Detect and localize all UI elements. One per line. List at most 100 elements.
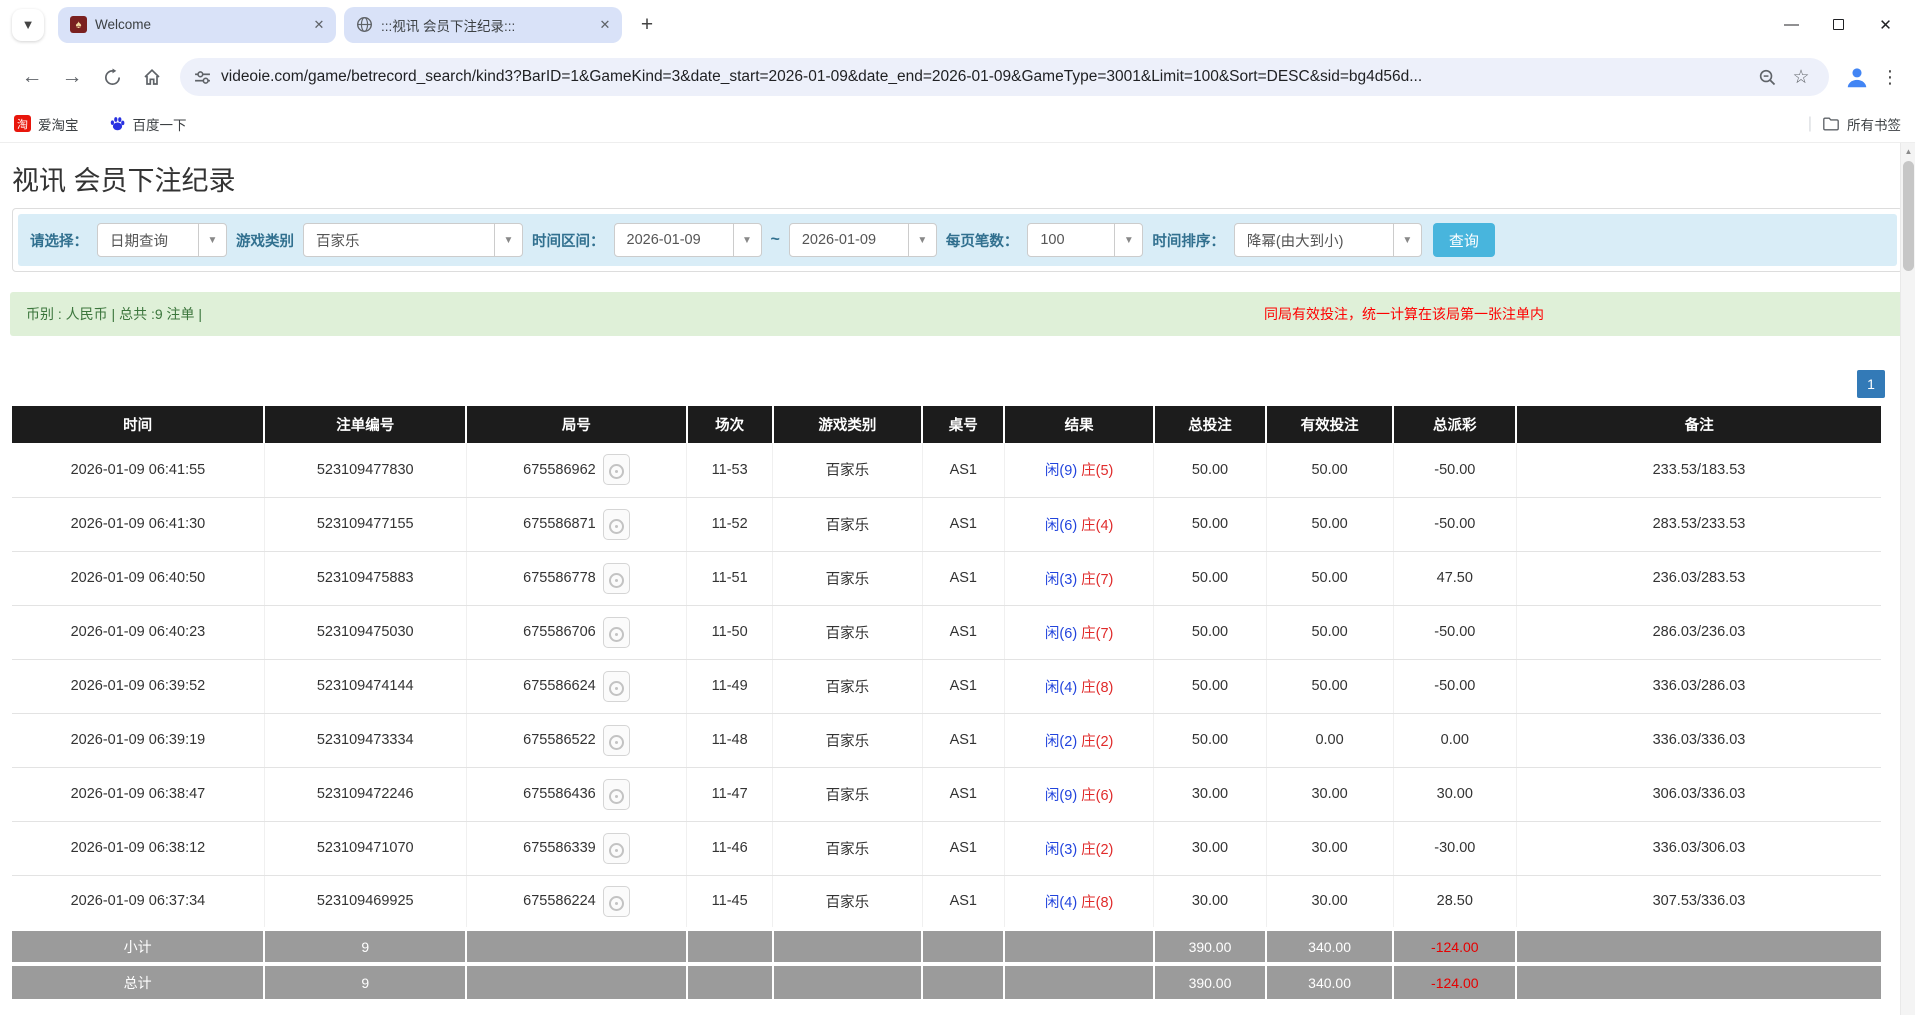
tab-welcome[interactable]: ♠ Welcome ✕	[58, 7, 336, 43]
url-text[interactable]: videoie.com/game/betrecord_search/kind3?…	[221, 68, 1747, 86]
minimize-button[interactable]: —	[1768, 0, 1815, 49]
query-button[interactable]: 查询	[1433, 223, 1495, 257]
cell-total-bet[interactable]: 30.00	[1154, 821, 1266, 875]
cell-time: 2026-01-09 06:40:50	[12, 551, 264, 605]
cell-empty	[1004, 964, 1154, 999]
cell-round: 675586224	[466, 875, 687, 929]
cell-session: 11-47	[687, 767, 773, 821]
cell-result: 闲(4)庄(8)	[1004, 875, 1154, 929]
page-size-dropdown[interactable]: 100 ▼	[1027, 223, 1143, 257]
table-row: 2026-01-09 06:38:12523109471070675586339…	[12, 821, 1881, 875]
scroll-up-icon[interactable]: ▲	[1901, 143, 1915, 159]
video-record-icon[interactable]	[603, 563, 630, 594]
vertical-scrollbar[interactable]: ▲	[1900, 143, 1915, 1015]
cell-bet-id: 523109472246	[264, 767, 466, 821]
cell-bet-id: 523109471070	[264, 821, 466, 875]
cell-total-bet-sum: 390.00	[1154, 964, 1266, 999]
bookmark-label: 百度一下	[133, 114, 187, 134]
all-bookmarks-button[interactable]: 所有书签	[1822, 114, 1901, 134]
maximize-button[interactable]	[1815, 0, 1862, 49]
zoom-icon[interactable]	[1753, 63, 1781, 91]
all-bookmarks-label: 所有书签	[1847, 114, 1901, 134]
cell-total-bet[interactable]: 50.00	[1154, 605, 1266, 659]
table-row: 2026-01-09 06:40:23523109475030675586706…	[12, 605, 1881, 659]
date-end-dropdown[interactable]: 2026-01-09 ▼	[789, 223, 937, 257]
reload-icon[interactable]	[95, 60, 129, 94]
cell-result: 闲(9)庄(6)	[1004, 767, 1154, 821]
cell-payout-sum: -124.00	[1393, 929, 1516, 964]
date-end-value: 2026-01-09	[790, 224, 908, 256]
video-record-icon[interactable]	[603, 886, 630, 917]
tune-icon[interactable]	[194, 69, 211, 86]
cell-time: 2026-01-09 06:37:34	[12, 875, 264, 929]
cell-total-count: 9	[264, 964, 466, 999]
chevron-down-icon: ▼	[1114, 224, 1142, 256]
column-header: 备注	[1516, 406, 1881, 443]
page-1-button[interactable]: 1	[1857, 370, 1885, 398]
bookmark-aitaobao[interactable]: 淘 爱淘宝	[14, 114, 79, 134]
video-record-icon[interactable]	[603, 617, 630, 648]
video-record-icon[interactable]	[603, 833, 630, 864]
close-window-button[interactable]: ✕	[1862, 0, 1909, 49]
omnibox[interactable]: videoie.com/game/betrecord_search/kind3?…	[180, 58, 1829, 96]
cell-valid-bet: 50.00	[1266, 551, 1393, 605]
scrollbar-thumb[interactable]	[1903, 161, 1914, 271]
cell-empty	[1516, 964, 1881, 999]
round-number: 675586962	[523, 462, 596, 478]
sort-dropdown[interactable]: 降幂(由大到小) ▼	[1234, 223, 1422, 257]
divider: |	[1808, 115, 1812, 133]
profile-avatar[interactable]	[1841, 61, 1873, 93]
video-record-icon[interactable]	[603, 725, 630, 756]
tab-betrecord[interactable]: :::视讯 会员下注纪录::: ✕	[344, 7, 622, 43]
cell-payout: -30.00	[1393, 821, 1516, 875]
game-kind-dropdown[interactable]: 百家乐 ▼	[303, 223, 523, 257]
cell-result: 闲(4)庄(8)	[1004, 659, 1154, 713]
bookmark-baidu[interactable]: 百度一下	[109, 114, 187, 134]
home-icon[interactable]	[135, 60, 169, 94]
cell-session: 11-48	[687, 713, 773, 767]
cell-table-id: AS1	[922, 659, 1004, 713]
cell-empty	[922, 929, 1004, 964]
column-header: 场次	[687, 406, 773, 443]
result-banker: 庄(8)	[1081, 680, 1113, 696]
video-record-icon[interactable]	[603, 509, 630, 540]
menu-kebab-icon[interactable]: ⋮	[1877, 67, 1903, 88]
cell-total-bet[interactable]: 50.00	[1154, 551, 1266, 605]
result-banker: 庄(8)	[1081, 895, 1113, 911]
cell-result: 闲(6)庄(7)	[1004, 605, 1154, 659]
close-tab-icon[interactable]: ✕	[310, 16, 328, 34]
cell-total-bet[interactable]: 30.00	[1154, 875, 1266, 929]
forward-icon[interactable]: →	[55, 60, 89, 94]
cell-bet-id: 523109474144	[264, 659, 466, 713]
cell-total-bet[interactable]: 30.00	[1154, 767, 1266, 821]
cell-time: 2026-01-09 06:38:47	[12, 767, 264, 821]
cell-valid-bet: 50.00	[1266, 605, 1393, 659]
close-tab-icon[interactable]: ✕	[596, 16, 614, 34]
new-tab-button[interactable]: +	[632, 10, 662, 40]
video-record-icon[interactable]	[603, 454, 630, 485]
result-banker: 庄(7)	[1081, 626, 1113, 642]
result-banker: 庄(5)	[1081, 463, 1113, 479]
page-content: 视讯 会员下注纪录 请选择： 日期查询 ▼ 游戏类别 百家乐 ▼ 时间区间： 2…	[0, 143, 1915, 1015]
cell-note: 236.03/283.53	[1516, 551, 1881, 605]
cell-note: 306.03/336.03	[1516, 767, 1881, 821]
back-icon[interactable]: ←	[15, 60, 49, 94]
cell-total-bet[interactable]: 50.00	[1154, 713, 1266, 767]
cell-session: 11-49	[687, 659, 773, 713]
video-record-icon[interactable]	[603, 779, 630, 810]
cell-game-kind: 百家乐	[773, 605, 923, 659]
query-type-dropdown[interactable]: 日期查询 ▼	[97, 223, 227, 257]
chevron-down-icon: ▼	[494, 224, 522, 256]
cell-time: 2026-01-09 06:41:30	[12, 497, 264, 551]
cell-note: 336.03/286.03	[1516, 659, 1881, 713]
cell-total-bet[interactable]: 50.00	[1154, 497, 1266, 551]
cell-game-kind: 百家乐	[773, 443, 923, 497]
bookmark-star-icon[interactable]: ☆	[1787, 63, 1815, 91]
cell-valid-bet: 50.00	[1266, 659, 1393, 713]
tab-search-button[interactable]: ▼	[12, 9, 44, 41]
cell-total-bet[interactable]: 50.00	[1154, 443, 1266, 497]
cell-note: 233.53/183.53	[1516, 443, 1881, 497]
cell-total-bet[interactable]: 50.00	[1154, 659, 1266, 713]
video-record-icon[interactable]	[603, 671, 630, 702]
date-start-dropdown[interactable]: 2026-01-09 ▼	[614, 223, 762, 257]
